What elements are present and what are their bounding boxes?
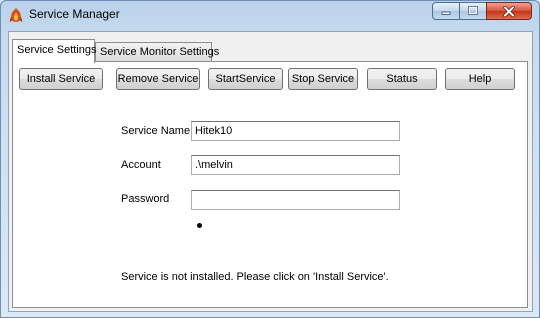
account-field[interactable] (191, 155, 400, 175)
minimize-button[interactable] (432, 2, 460, 20)
service-manager-window: Service Manager Service Settings Service… (0, 0, 540, 318)
maximize-button[interactable] (459, 2, 487, 20)
password-field[interactable] (191, 190, 400, 210)
service-status-message: Service is not installed. Please click o… (121, 271, 389, 283)
service-name-label: Service Name (121, 125, 191, 137)
tab-service-settings[interactable]: Service Settings (12, 39, 96, 63)
status-button[interactable]: Status (367, 68, 437, 90)
close-button[interactable] (486, 2, 532, 20)
remove-service-button[interactable]: Remove Service (116, 68, 200, 90)
service-settings-panel: Install Service Remove Service StartServ… (12, 61, 528, 308)
install-service-button[interactable]: Install Service (19, 68, 103, 90)
client-area: Service Settings Service Monitor Setting… (8, 31, 533, 312)
tab-service-monitor-settings[interactable]: Service Monitor Settings (95, 42, 219, 62)
minimize-icon (441, 11, 451, 15)
password-mask-dot (197, 223, 202, 228)
title-bar[interactable]: Service Manager (1, 1, 539, 31)
password-label: Password (121, 193, 170, 205)
start-service-button[interactable]: StartService (208, 68, 283, 90)
help-button[interactable]: Help (445, 68, 515, 90)
app-flame-icon (9, 8, 23, 22)
maximize-icon (468, 6, 478, 15)
stop-service-button[interactable]: Stop Service (288, 68, 358, 90)
window-title: Service Manager (29, 7, 120, 21)
close-icon (503, 5, 515, 17)
account-label: Account (121, 159, 161, 171)
service-name-field[interactable] (191, 121, 400, 141)
